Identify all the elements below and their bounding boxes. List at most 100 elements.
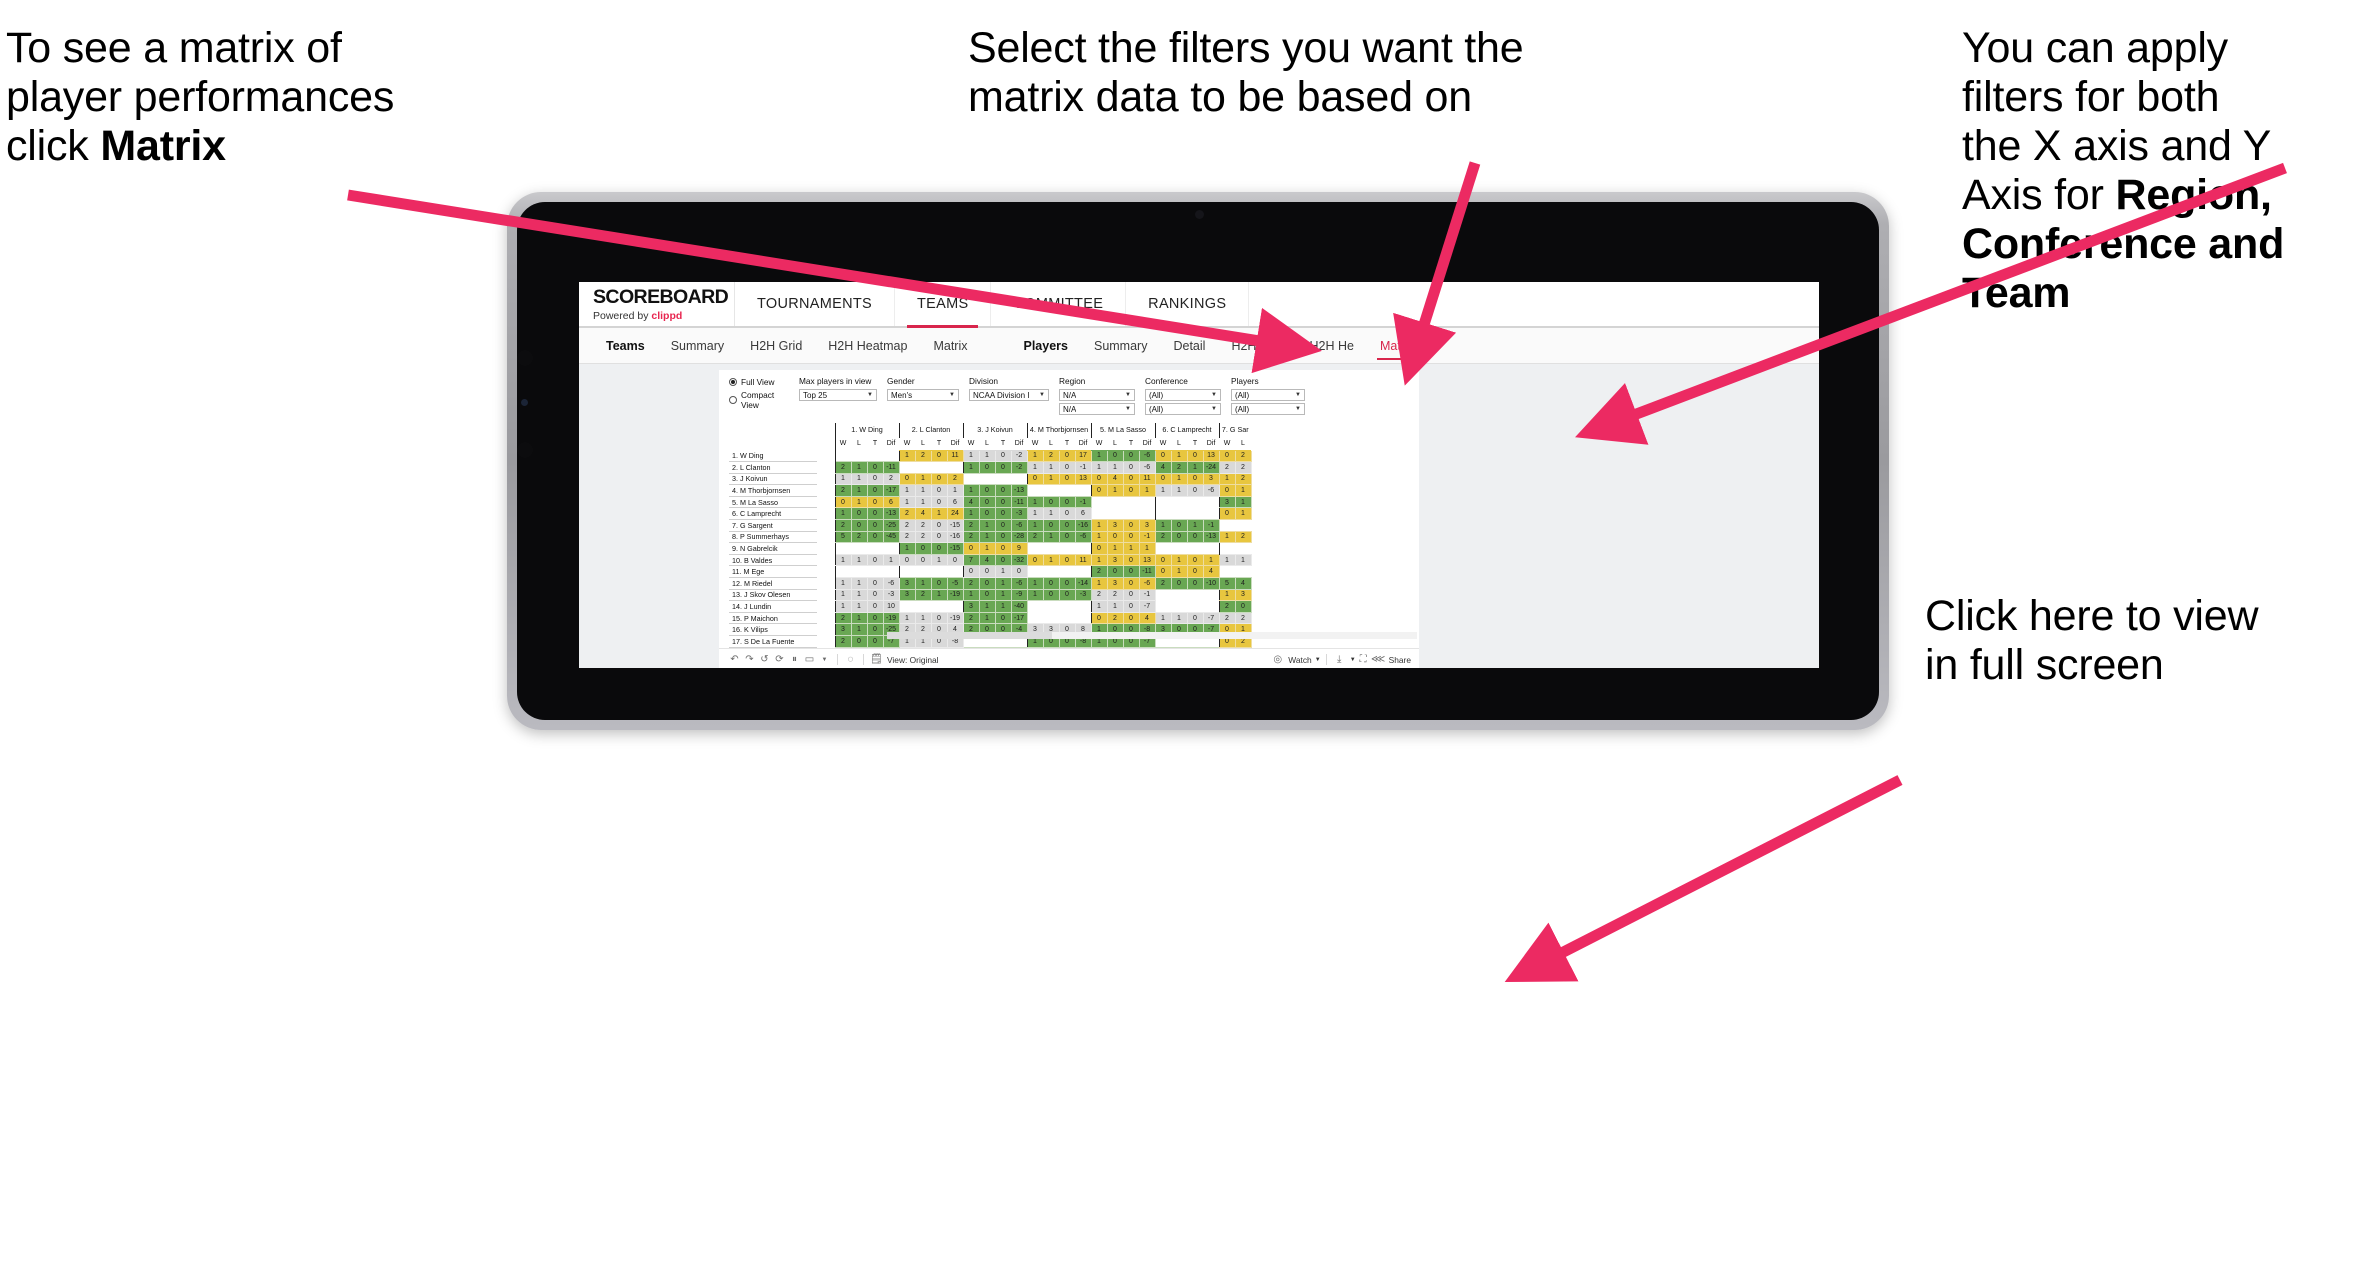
- nav-item-tournaments[interactable]: TOURNAMENTS: [735, 282, 896, 326]
- filter-conference-select-y[interactable]: (All) ▼: [1145, 403, 1221, 415]
- watch-button[interactable]: ◎ Watch ▼: [1270, 654, 1320, 665]
- pause-updates-icon[interactable]: ⏸: [787, 654, 802, 665]
- matrix-cell: 0: [994, 495, 1012, 509]
- filter-conference-select-x[interactable]: (All) ▼: [1145, 389, 1221, 401]
- toolbar-divider: [863, 654, 864, 665]
- matrix-cell: -24: [1202, 461, 1220, 474]
- devices-icon[interactable]: ◌: [843, 654, 858, 665]
- undo-icon[interactable]: ↶: [727, 654, 742, 665]
- share-icon: ⋘: [1371, 654, 1386, 665]
- matrix-row[interactable]: 8. P Summerhays 5 2 0 -45 2 2 0 -16 2 1 0 -28 2 1 0 -6 1 0…: [729, 530, 1252, 544]
- matrix-row[interactable]: 4. M Thorbjornsen 2 1 0 -17 1 1 0 1 1 0 0 -13 0 1 0 1 1 1 0…: [729, 484, 1252, 497]
- matrix-cell-empty: [1235, 542, 1251, 555]
- filter-region-select-y[interactable]: N/A ▼: [1059, 403, 1135, 415]
- nav-item-rankings[interactable]: RANKINGS: [1126, 282, 1250, 326]
- matrix-cell: 0: [1058, 472, 1076, 486]
- nav-item-teams[interactable]: TEAMS: [895, 282, 992, 328]
- matrix-cell-empty: [1218, 519, 1235, 532]
- matrix-cell: 1: [1090, 577, 1108, 590]
- matrix-row[interactable]: 9. N Gabrelcik 1 0 0 -15 0 1 0 9 0 1 1 1: [729, 542, 1251, 555]
- fullscreen-button[interactable]: ⛶: [1356, 654, 1371, 665]
- toolbar-divider: [1325, 654, 1327, 665]
- brand-clippd-name: clippd: [651, 309, 683, 322]
- matrix-metric-header: L: [1113, 440, 1117, 447]
- subnav-players-summary[interactable]: Summary: [1081, 328, 1160, 364]
- radio-compact-view[interactable]: Compact View: [729, 390, 791, 410]
- subnav-players-matrix[interactable]: Matrix: [1367, 328, 1427, 364]
- download-button[interactable]: ⤓ ▼: [1332, 654, 1356, 665]
- subnav-teams-summary[interactable]: Summary: [658, 328, 737, 364]
- revert-icon[interactable]: ↺: [757, 654, 772, 665]
- radio-full-view[interactable]: Full View: [729, 377, 791, 387]
- matrix-row[interactable]: 3. J Koivun 1 1 0 2 0 1 0 2 0 1 0 13 0 4 0 11 0 1 0 3 1 2: [729, 472, 1252, 486]
- matrix-cell: 0: [898, 472, 916, 486]
- refresh-icon[interactable]: ⟳: [772, 654, 787, 665]
- matrix-cell: 4: [978, 553, 996, 567]
- matrix-row[interactable]: 13. J Skov Olesen 1 1 0 -3 3 2 1 -19 1 0 1 -9 1 0 0 -3 2 2…: [729, 588, 1252, 602]
- tablet-side-button-bottom: [517, 442, 533, 458]
- subnav-players-detail[interactable]: Detail: [1160, 328, 1218, 364]
- matrix-row[interactable]: 6. C Lamprecht 1 0 0 -13 2 4 1 24 1 0 0 -3 1 1 0 6 0 1: [729, 507, 1252, 521]
- matrix-cell: 1: [1026, 577, 1044, 590]
- brand-logo[interactable]: SCOREBOARD Powered by clippd: [579, 282, 735, 326]
- subnav-players-h2h-grid[interactable]: H2H Grid: [1218, 328, 1296, 364]
- view-original-icon[interactable]: ▭: [802, 654, 817, 665]
- nav-item-committee[interactable]: COMMITTEE: [991, 282, 1127, 326]
- matrix-cell: 0: [994, 507, 1012, 521]
- matrix-cell-empty: [1203, 542, 1219, 555]
- matrix-row[interactable]: 14. J Lundin 1 1 0 10 3 1 1 -40 1 1 0 -7 2 0: [729, 600, 1252, 613]
- matrix-cell: 1: [1042, 472, 1060, 486]
- share-button[interactable]: ⋘ Share: [1371, 654, 1411, 665]
- matrix-cell: 1: [1090, 461, 1108, 474]
- filter-gender-select[interactable]: Men's ▼: [887, 389, 959, 401]
- matrix-cell: -6: [1138, 449, 1156, 463]
- matrix-cell: 6: [882, 495, 900, 509]
- filter-players-select-y[interactable]: (All) ▼: [1231, 403, 1305, 415]
- filter-players-select-x[interactable]: (All) ▼: [1231, 389, 1305, 401]
- matrix-row[interactable]: 12. M Riedel 1 1 0 -6 3 1 0 -5 2 0 1 -6 1 0 0 -14 1 3 0 -6 2 0…: [729, 577, 1252, 590]
- redo-icon[interactable]: ↷: [742, 654, 757, 665]
- matrix-row[interactable]: 15. P Maichon 2 1 0 -19 1 1 0 -19 2 1 0 -17 0 2 0 4 1 1 0 -7…: [729, 611, 1252, 625]
- matrix-cell: 0: [1170, 530, 1188, 544]
- filter-max-players-select[interactable]: Top 25 ▼: [799, 389, 877, 401]
- view-original-button[interactable]: 🗒 View: Original: [869, 654, 938, 665]
- matrix-corner-blank2: [729, 437, 817, 450]
- matrix-spacer: [817, 623, 835, 636]
- matrix-cell: 1: [962, 461, 980, 474]
- subnav-teams-matrix[interactable]: Matrix: [920, 328, 980, 364]
- scrollbar-thumb[interactable]: [887, 632, 1052, 639]
- subnav-teams-h2h-heatmap[interactable]: H2H Heatmap: [815, 328, 920, 364]
- matrix-cell: 1: [1026, 461, 1044, 474]
- filter-max-players-label: Max players in view: [799, 376, 872, 386]
- matrix-cell: 0: [866, 495, 884, 509]
- matrix-row[interactable]: 5. M La Sasso 0 1 0 6 1 1 0 6 4 0 0 -11 1 0 0 -1 3 1: [729, 495, 1252, 509]
- matrix-cell: -19: [946, 611, 964, 625]
- subnav-teams-h2h-grid[interactable]: H2H Grid: [737, 328, 815, 364]
- matrix-cell: 1: [1026, 519, 1044, 532]
- matrix-table-container[interactable]: 1. W Ding 2. L Clanton 3. J Koivun 4. M Tho…: [719, 421, 1419, 648]
- matrix-cell: 1: [1026, 588, 1044, 602]
- filter-region-select-x[interactable]: N/A ▼: [1059, 389, 1135, 401]
- matrix-cell-empty: [1059, 484, 1075, 497]
- matrix-row[interactable]: 11. M Ege 0 0 1 0 2 0 0 -11 0 1 0 4: [729, 565, 1251, 579]
- matrix-row[interactable]: 2. L Clanton 2 1 0 -11 1 0 0 -2 1 1 0 -1 1 1 0 -6 4 2 1 -24 2…: [729, 461, 1252, 474]
- matrix-cell: 1: [978, 542, 996, 555]
- matrix-row[interactable]: 7. G Sargent 2 0 0 -25 2 2 0 -15 2 1 0 -6 1 0 0 -16 1 3 0 3 1…: [729, 519, 1251, 532]
- subnav-players-h2h-heatmap[interactable]: H2H He: [1297, 328, 1367, 364]
- horizontal-scrollbar[interactable]: [887, 632, 1417, 639]
- filter-players-label: Players: [1231, 376, 1259, 386]
- matrix-cell: 6: [1074, 507, 1092, 521]
- matrix-metric-header: L: [921, 440, 925, 447]
- filter-division-select[interactable]: NCAA Division I ▼: [969, 389, 1049, 401]
- matrix-cell: 1: [930, 553, 948, 567]
- matrix-row[interactable]: 10. B Valdes 1 1 0 1 0 0 1 0 7 4 0 -32 0 1 0 11 1 3 0 13 0 1 0 1…: [729, 553, 1252, 567]
- matrix-cell: 0: [978, 461, 996, 474]
- brand-title: SCOREBOARD: [593, 286, 729, 308]
- matrix-spacer: [817, 519, 835, 532]
- callout-left-line2: player performances: [6, 73, 395, 122]
- matrix-cell: -6: [1138, 577, 1156, 590]
- matrix-cell: -13: [1202, 530, 1220, 544]
- chevron-down-icon[interactable]: ▼: [817, 657, 832, 663]
- matrix-row[interactable]: 1. W Ding 1 2 0 11 1 1 0 -2 1 2 0 17 1 0 0 -6 0 1 0 13 0 2: [729, 449, 1252, 463]
- matrix-cell: 0: [930, 542, 948, 555]
